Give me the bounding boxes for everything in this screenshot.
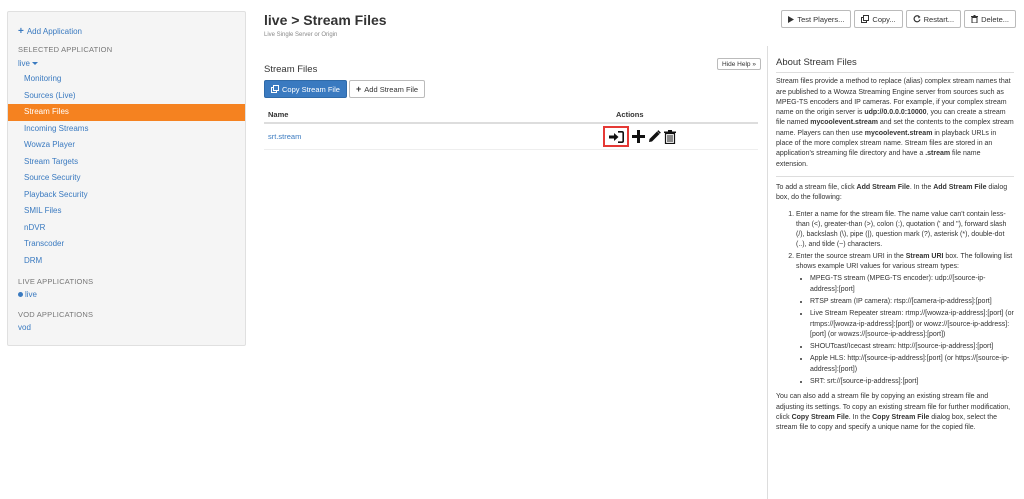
selected-application-heading: SELECTED APPLICATION (18, 45, 113, 54)
live-app-link[interactable]: live (18, 290, 37, 299)
test-players-label: Test Players... (797, 14, 845, 24)
section-title: Stream Files (264, 64, 318, 75)
hide-help-button[interactable]: Hide Help » (717, 58, 761, 70)
column-header-actions: Actions (616, 110, 644, 119)
sidebar-item-monitoring[interactable]: Monitoring (8, 71, 245, 88)
plus-icon: + (356, 84, 362, 94)
vod-app-link[interactable]: vod (18, 323, 31, 332)
caret-down-icon (32, 62, 39, 66)
list-item: MPEG-TS stream (MPEG-TS encoder): udp://… (810, 274, 1014, 295)
selected-app-dropdown[interactable]: live (18, 59, 39, 68)
sidebar-item-smil-files[interactable]: SMIL Files (8, 203, 245, 220)
sidebar-item-wowza-player[interactable]: Wowza Player (8, 137, 245, 154)
stream-files-table: Name Actions srt.stream (264, 106, 758, 150)
help-paragraph-intro: Stream files provide a method to replace… (776, 78, 1014, 168)
connect-action-button[interactable] (603, 126, 629, 147)
add-action-button[interactable] (632, 129, 645, 144)
sidebar-item-drm[interactable]: DRM (8, 253, 245, 270)
sidebar-item-source-security[interactable]: Source Security (8, 170, 245, 187)
plus-icon (632, 129, 645, 143)
stream-file-name-link[interactable]: srt.stream (268, 132, 301, 141)
copy-icon (861, 15, 870, 23)
help-steps: Enter a name for the stream file. The na… (782, 210, 1014, 388)
sidebar-item-stream-files[interactable]: Stream Files (8, 104, 245, 121)
help-step: Enter the source stream URI in the Strea… (796, 252, 1014, 388)
edit-action-button[interactable] (648, 129, 661, 144)
delete-label: Delete... (981, 14, 1009, 24)
list-item: RTSP stream (IP camera): rtsp://[camera-… (810, 297, 1014, 307)
sidebar-item-incoming-streams[interactable]: Incoming Streams (8, 121, 245, 138)
list-item: Live Stream Repeater stream: rtmp://[wow… (810, 309, 1014, 340)
refresh-icon (913, 15, 921, 23)
sign-in-icon (608, 130, 624, 143)
column-header-name: Name (268, 110, 289, 119)
add-application-link[interactable]: + Add Application (18, 26, 82, 37)
delete-action-button[interactable] (664, 129, 677, 144)
uri-examples-list: MPEG-TS stream (MPEG-TS encoder): udp://… (800, 274, 1014, 387)
trash-icon (971, 15, 979, 23)
help-panel: About Stream Files Stream files provide … (767, 46, 1020, 499)
page-title: live > Stream Files (264, 12, 387, 28)
top-toolbar: Test Players... Copy... Restart... Delet… (781, 10, 1016, 28)
table-header: Name Actions (264, 106, 758, 124)
restart-button[interactable]: Restart... (905, 10, 962, 28)
help-divider (776, 175, 1014, 177)
delete-button[interactable]: Delete... (964, 10, 1016, 28)
help-title: About Stream Files (776, 57, 1014, 74)
copy-stream-file-label: Copy Stream File (282, 84, 340, 94)
live-applications-heading: LIVE APPLICATIONS (18, 277, 94, 286)
selected-app-label: live (18, 59, 31, 68)
play-icon (788, 15, 795, 23)
row-actions (603, 126, 677, 147)
sidebar-item-stream-targets[interactable]: Stream Targets (8, 154, 245, 171)
page-subtitle: Live Single Server or Origin (264, 32, 338, 38)
help-step: Enter a name for the stream file. The na… (796, 210, 1014, 251)
sidebar-item-sources-live[interactable]: Sources (Live) (8, 88, 245, 105)
sidebar-nav: Monitoring Sources (Live) Stream Files I… (8, 71, 245, 269)
sidebar-item-playback-security[interactable]: Playback Security (8, 187, 245, 204)
test-players-button[interactable]: Test Players... (781, 10, 852, 28)
table-row: srt.stream (264, 124, 758, 150)
sidebar: + Add Application SELECTED APPLICATION l… (7, 11, 246, 346)
copy-button[interactable]: Copy... (854, 10, 903, 28)
sidebar-item-transcoder[interactable]: Transcoder (8, 236, 245, 253)
copy-icon (271, 85, 279, 93)
trash-icon (664, 129, 676, 144)
pencil-icon (649, 129, 661, 142)
add-application-label: Add Application (26, 27, 82, 36)
vod-applications-heading: VOD APPLICATIONS (18, 310, 94, 319)
sidebar-item-ndvr[interactable]: nDVR (8, 220, 245, 237)
help-paragraph-add: To add a stream file, click Add Stream F… (776, 183, 1008, 202)
plus-icon: + (18, 26, 24, 37)
add-stream-file-button[interactable]: + Add Stream File (349, 80, 426, 98)
list-item: Apple HLS: http://[source-ip-address]:[p… (810, 354, 1014, 375)
status-dot-icon (18, 292, 23, 297)
help-paragraph-copy: You can also add a stream file by copyin… (776, 393, 1011, 432)
restart-label: Restart... (923, 14, 955, 24)
list-item: SHOUTcast/Icecast stream: http://[source… (810, 342, 1014, 352)
copy-stream-file-button[interactable]: Copy Stream File (264, 80, 347, 98)
add-stream-file-label: Add Stream File (364, 84, 419, 94)
list-item: SRT: srt://[source-ip-address]:[port] (810, 377, 1014, 387)
live-app-label: live (25, 290, 38, 299)
copy-label: Copy... (872, 14, 896, 24)
